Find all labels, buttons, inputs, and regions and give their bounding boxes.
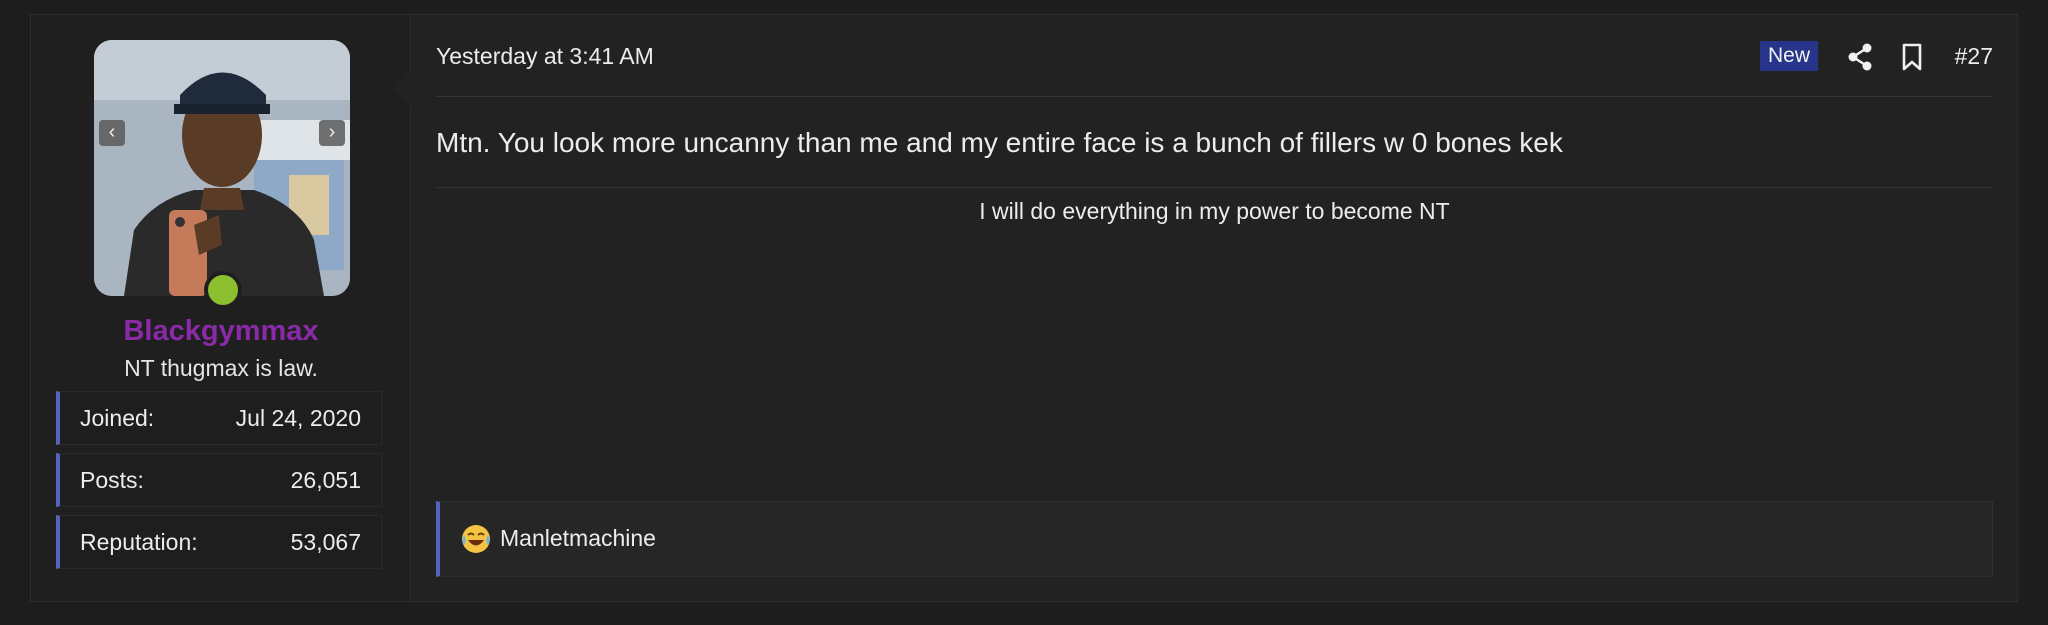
message-pointer-arrow [393,71,411,107]
online-status-indicator [204,271,242,309]
stat-joined: Joined: Jul 24, 2020 [56,391,382,445]
stat-label: Reputation: [80,529,198,555]
chevron-left-icon[interactable]: ‹ [99,120,125,146]
post-body: Mtn. You look more uncanny than me and m… [436,127,1563,158]
signature-divider [436,187,1993,188]
message-content: Yesterday at 3:41 AM New #27 Mtn. You lo… [436,15,1993,601]
reactions-bar: Manletmachine [436,501,1993,577]
avatar-photo [94,40,350,296]
user-title: NT thugmax is law. [124,355,318,381]
stat-label: Posts: [80,467,144,493]
stat-value: Jul 24, 2020 [235,405,361,431]
share-icon[interactable] [1847,43,1873,71]
post-container: ‹ › Blackgymmax NT thugmax is law. Joine… [30,14,2018,602]
post-date-link[interactable]: Yesterday at 3:41 AM [436,43,654,70]
stat-value: 53,067 [290,529,361,555]
laughing-crying-emoji-icon[interactable] [460,523,492,555]
stat-label: Joined: [80,405,155,431]
new-badge: New [1759,41,1818,71]
username-link[interactable]: Blackgymmax [31,315,411,348]
post-number-link[interactable]: #27 [1955,43,1993,70]
stat-posts: Posts: 26,051 [56,453,382,507]
user-signature: I will do everything in my power to beco… [979,198,1450,224]
divider [436,96,1993,97]
user-info-panel: ‹ › Blackgymmax NT thugmax is law. Joine… [31,15,411,601]
stat-value: 26,051 [290,467,361,493]
avatar[interactable]: ‹ › [94,40,350,296]
chevron-right-icon[interactable]: › [319,120,345,146]
reaction-user-link[interactable]: Manletmachine [500,525,656,552]
post-header-actions: New #27 [1693,39,1993,75]
bookmark-icon[interactable] [1901,43,1923,71]
stat-reputation: Reputation: 53,067 [56,515,382,569]
